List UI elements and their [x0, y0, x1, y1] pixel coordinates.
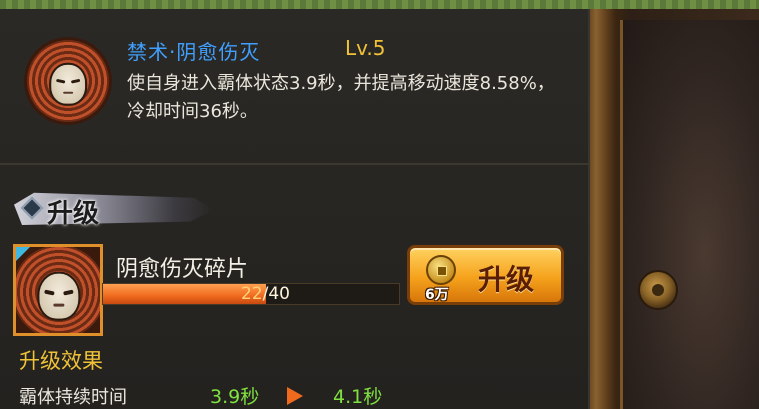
upgrade-section-title: 升级 [47, 199, 100, 229]
bald-face-icon [49, 62, 87, 106]
arrow-right-icon [287, 387, 303, 405]
skill-avatar-icon [24, 37, 112, 125]
fragment-corner-icon [16, 247, 30, 261]
skill-level: Lv.5 [345, 36, 386, 60]
fragment-name: 阴愈伤灭碎片 [116, 257, 249, 282]
upgrade-cost: 6万 [425, 287, 449, 303]
upgrade-button[interactable]: 6万 升级 [407, 245, 564, 305]
bald-face-icon [37, 271, 81, 321]
wood-knob-icon [638, 270, 678, 310]
skill-name: 禁术·阴愈伤灭 [127, 40, 261, 64]
fragment-progress-text: 22/40 [241, 284, 290, 304]
coin-icon [426, 255, 456, 285]
effect-current-value: 3.9秒 [210, 386, 260, 408]
panel-divider [0, 163, 590, 165]
effect-row: 霸体持续时间 3.9秒 4.1秒 [19, 382, 579, 409]
upgrade-effect-title: 升级效果 [19, 349, 103, 373]
upgrade-button-label: 升级 [478, 263, 535, 296]
effect-label: 霸体持续时间 [19, 387, 127, 408]
fragment-count-current: 22 [241, 284, 263, 304]
carved-wood-panel [620, 20, 759, 409]
effect-next-value: 4.1秒 [333, 386, 383, 408]
top-border-strip [0, 0, 759, 9]
skill-description: 使自身进入霸体状态3.9秒，并提高移动速度8.58%，冷却时间36秒。 [127, 73, 555, 122]
fragment-card[interactable] [13, 244, 103, 336]
fragment-count-total: /40 [262, 284, 290, 304]
